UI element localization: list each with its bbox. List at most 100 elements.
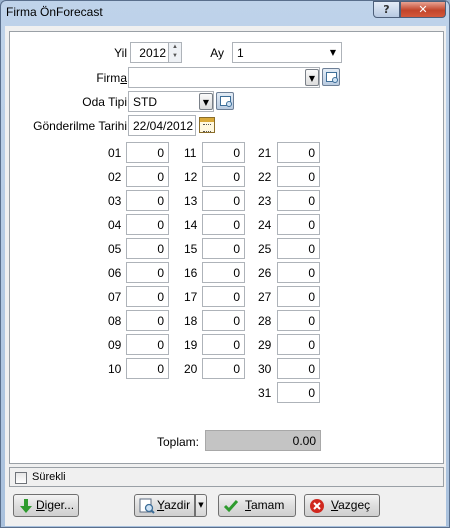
day-input[interactable]: 0 — [126, 286, 169, 307]
day-input[interactable]: 0 — [202, 310, 245, 331]
surekli-label[interactable]: Sürekli — [32, 471, 66, 483]
tamam-button[interactable]: Tamam — [218, 494, 296, 517]
day-input[interactable]: 0 — [277, 214, 320, 235]
day-input[interactable]: 0 — [277, 238, 320, 259]
yazdir-button[interactable]: Yazdir — [134, 494, 195, 517]
oda-tipi-chevron-down-icon[interactable]: ▼ — [199, 93, 213, 110]
day-input[interactable]: 0 — [202, 166, 245, 187]
day-label: 15 — [184, 242, 198, 256]
day-label: 29 — [258, 338, 272, 352]
diger-button[interactable]: Diger... — [13, 494, 79, 517]
day-label: 30 — [258, 362, 272, 376]
forecast-window: Firma ÖnForecast ? ✕ Yil 2012 ▲ ▼ Ay 1 ▼… — [0, 0, 450, 528]
day-label: 21 — [258, 146, 272, 160]
day-label: 24 — [258, 218, 272, 232]
day-input[interactable]: 0 — [277, 166, 320, 187]
vazgec-button[interactable]: Vazgeç — [304, 494, 380, 517]
day-label: 25 — [258, 242, 272, 256]
day-label: 03 — [108, 194, 122, 208]
surekli-checkbox[interactable] — [15, 472, 27, 484]
window-title: Firma ÖnForecast — [6, 5, 103, 19]
cancel-icon — [310, 499, 324, 513]
day-label: 05 — [108, 242, 122, 256]
calendar-icon[interactable] — [199, 117, 215, 133]
day-label: 23 — [258, 194, 272, 208]
day-input[interactable]: 0 — [126, 262, 169, 283]
day-input[interactable]: 0 — [202, 190, 245, 211]
firma-lookup-icon[interactable] — [322, 68, 340, 86]
day-input[interactable]: 0 — [126, 238, 169, 259]
form-panel: Yil 2012 ▲ ▼ Ay 1 ▼ Firma ▼ Oda Tipi STD… — [9, 31, 444, 464]
day-input[interactable]: 0 — [126, 334, 169, 355]
day-input[interactable]: 0 — [277, 334, 320, 355]
day-label: 06 — [108, 266, 122, 280]
day-label: 01 — [108, 146, 122, 160]
day-input[interactable]: 0 — [277, 382, 320, 403]
yil-input[interactable]: 2012 — [130, 42, 170, 63]
day-input[interactable]: 0 — [277, 190, 320, 211]
day-input[interactable]: 0 — [202, 238, 245, 259]
day-input[interactable]: 0 — [126, 190, 169, 211]
day-input[interactable]: 0 — [202, 286, 245, 307]
day-input[interactable]: 0 — [277, 142, 320, 163]
day-label: 27 — [258, 290, 272, 304]
diger-mnemonic: D — [36, 498, 45, 512]
day-input[interactable]: 0 — [202, 262, 245, 283]
tamam-label: amam — [251, 498, 285, 512]
day-label: 09 — [108, 338, 122, 352]
gonderilme-label: Gönderilme Tarihi — [33, 119, 127, 133]
day-label: 07 — [108, 290, 122, 304]
oda-tipi-lookup-icon[interactable] — [216, 92, 234, 110]
yil-spinner[interactable]: ▲ ▼ — [168, 42, 182, 63]
day-input[interactable]: 0 — [202, 334, 245, 355]
day-label: 10 — [108, 362, 122, 376]
oda-tipi-label: Oda Tipi — [82, 95, 127, 109]
firma-select[interactable] — [128, 67, 320, 88]
surekli-row: Sürekli — [9, 467, 444, 487]
ay-chevron-down-icon[interactable]: ▼ — [326, 44, 340, 61]
dialog-client: Yil 2012 ▲ ▼ Ay 1 ▼ Firma ▼ Oda Tipi STD… — [5, 26, 446, 526]
day-input[interactable]: 0 — [202, 214, 245, 235]
gonderilme-date-input[interactable]: 22/04/2012 — [128, 115, 196, 136]
day-label: 14 — [184, 218, 198, 232]
day-label: 26 — [258, 266, 272, 280]
day-input[interactable]: 0 — [126, 358, 169, 379]
day-label: 31 — [258, 386, 272, 400]
day-input[interactable]: 0 — [277, 262, 320, 283]
day-input[interactable]: 0 — [126, 166, 169, 187]
yil-label: Yil — [114, 46, 127, 60]
day-label: 28 — [258, 314, 272, 328]
firma-label-text: Firm — [96, 71, 121, 85]
spin-down-icon[interactable]: ▼ — [169, 52, 181, 61]
day-input[interactable]: 0 — [126, 142, 169, 163]
day-label: 12 — [184, 170, 198, 184]
help-button[interactable]: ? — [373, 1, 400, 18]
toplam-value: 0.00 — [205, 430, 321, 451]
arrow-down-icon — [20, 499, 32, 513]
day-input[interactable]: 0 — [202, 142, 245, 163]
toplam-label: Toplam: — [156, 435, 199, 449]
yazdir-label: azdir — [164, 498, 191, 512]
day-input[interactable]: 0 — [126, 214, 169, 235]
checkmark-icon — [223, 500, 239, 513]
day-label: 08 — [108, 314, 122, 328]
day-label: 19 — [184, 338, 198, 352]
yazdir-chevron-down-icon[interactable]: ▼ — [195, 494, 207, 517]
day-input[interactable]: 0 — [277, 358, 320, 379]
vazgec-label: azgeç — [338, 498, 371, 512]
firma-label: Firma — [70, 71, 127, 85]
day-label: 04 — [108, 218, 122, 232]
day-input[interactable]: 0 — [277, 286, 320, 307]
day-label: 16 — [184, 266, 198, 280]
day-input[interactable]: 0 — [202, 358, 245, 379]
close-button[interactable]: ✕ — [400, 1, 446, 18]
title-bar[interactable]: Firma ÖnForecast ? ✕ — [1, 1, 449, 25]
print-preview-icon — [139, 498, 155, 514]
day-input[interactable]: 0 — [126, 310, 169, 331]
diger-label: iger... — [44, 498, 75, 512]
ay-label: Ay — [210, 46, 224, 60]
spin-up-icon[interactable]: ▲ — [169, 43, 181, 52]
day-input[interactable]: 0 — [277, 310, 320, 331]
firma-chevron-down-icon[interactable]: ▼ — [305, 69, 319, 86]
day-label: 20 — [184, 362, 198, 376]
